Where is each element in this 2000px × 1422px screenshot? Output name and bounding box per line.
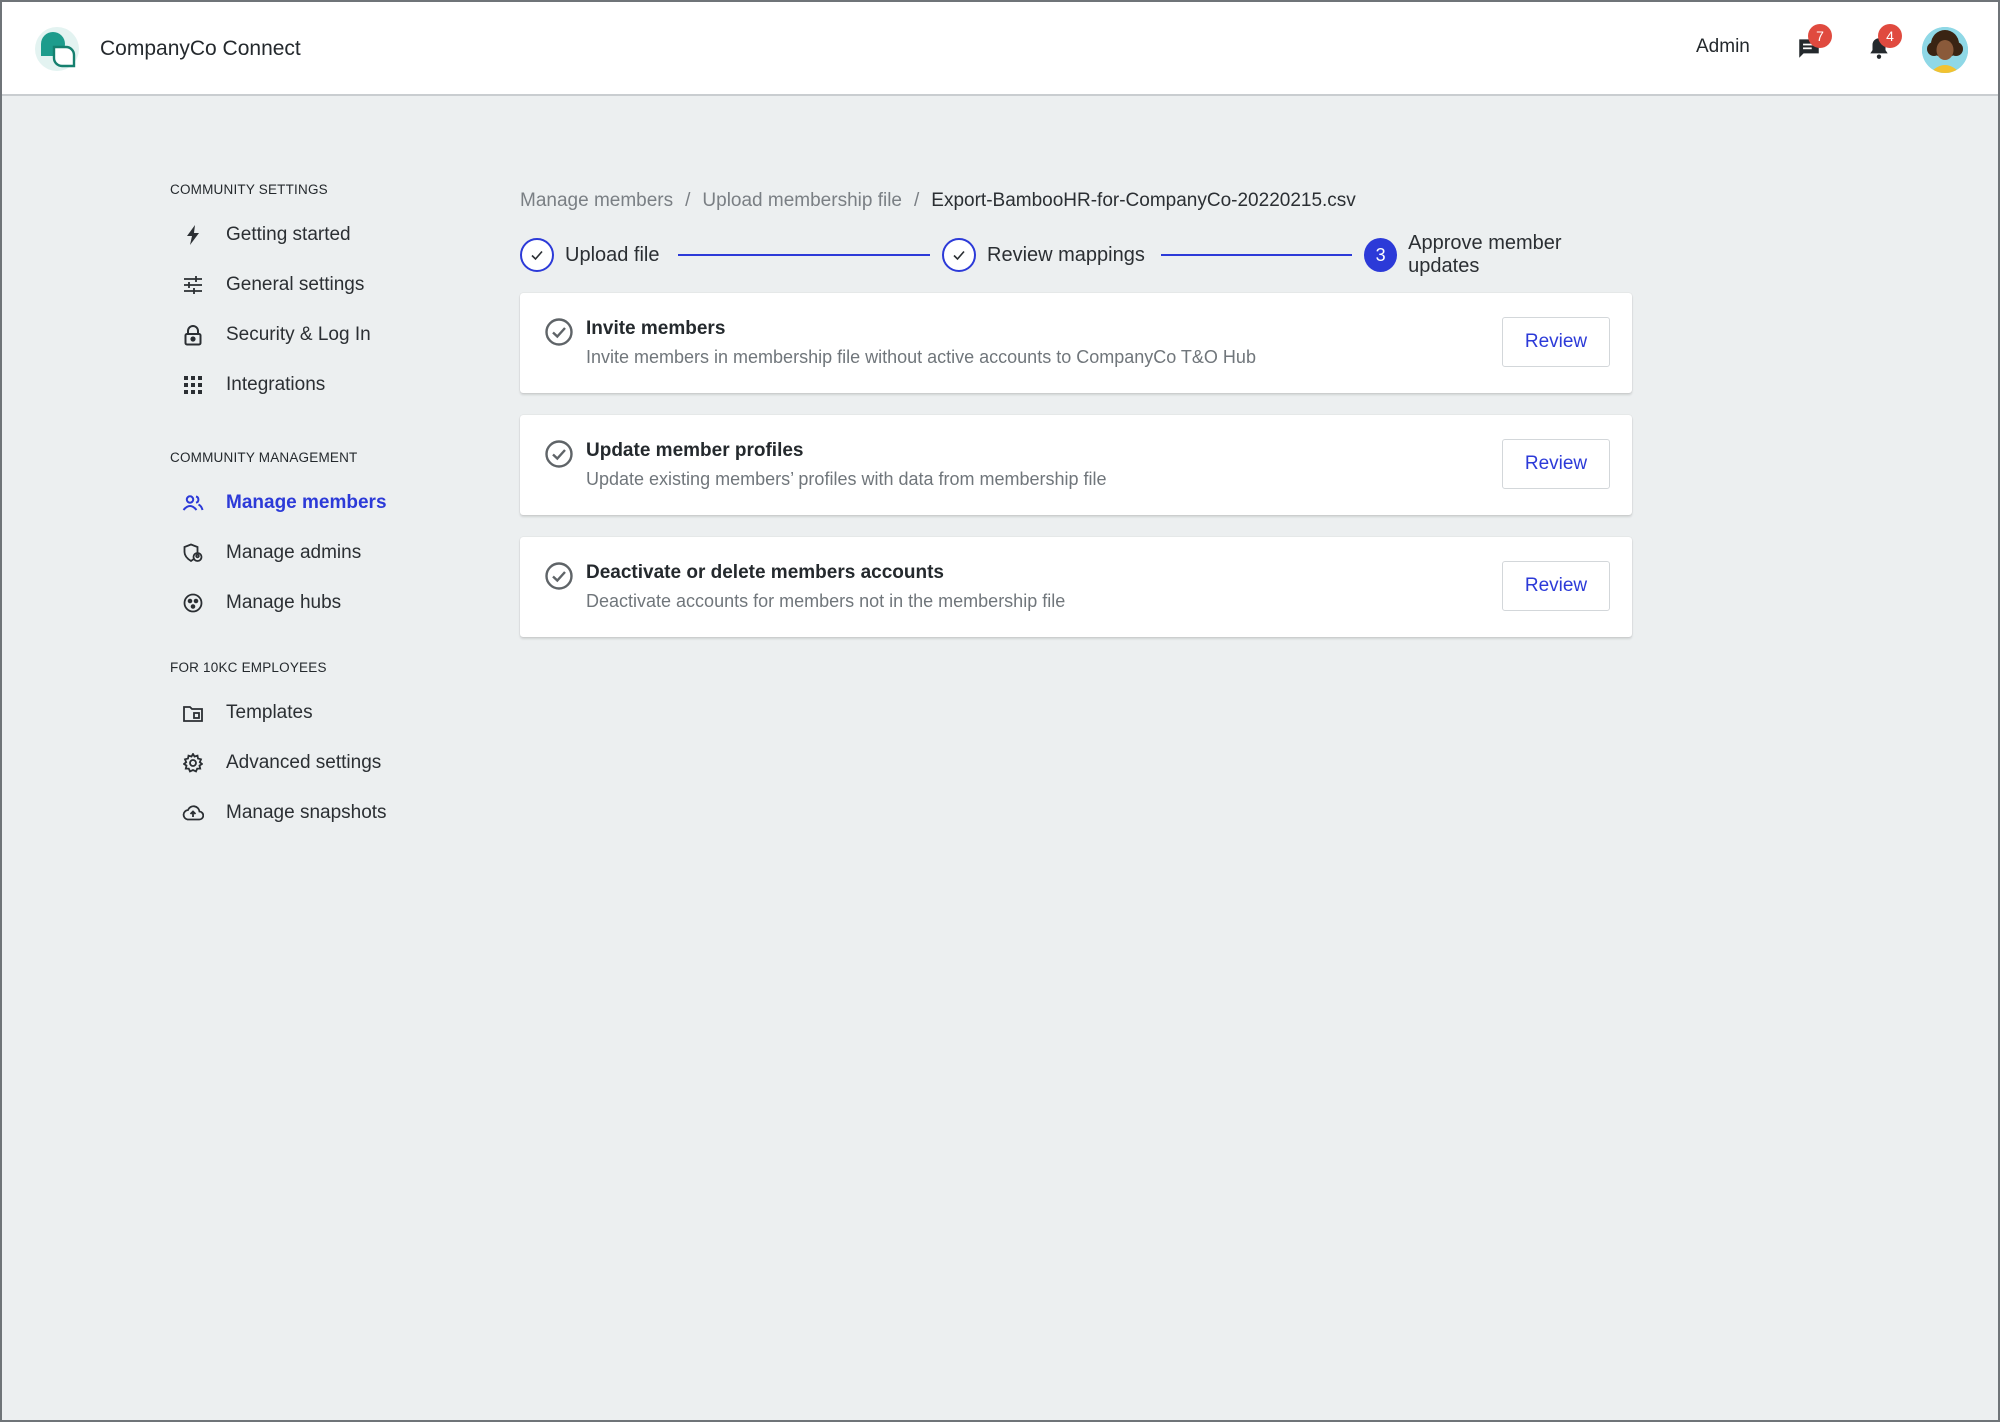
breadcrumb-current-file: Export-BambooHR-for-CompanyCo-20220215.c…	[931, 190, 1356, 211]
app-logo-icon	[34, 26, 80, 72]
hub-icon	[182, 592, 204, 614]
sidebar-item-label: Manage hubs	[226, 592, 342, 613]
grid-icon	[182, 374, 204, 396]
sidebar-item-security[interactable]: Security & Log In	[170, 310, 470, 360]
people-icon	[182, 492, 204, 514]
update-card-invite: Invite members Invite members in members…	[520, 293, 1632, 393]
sidebar-item-label: Getting started	[226, 224, 351, 245]
sidebar-item-manage-snapshots[interactable]: Manage snapshots	[170, 788, 470, 838]
admin-shield-icon	[182, 542, 204, 564]
sidebar-item-manage-members[interactable]: Manage members	[170, 478, 470, 528]
sidebar-item-templates[interactable]: Templates	[170, 688, 470, 738]
breadcrumb-separator: /	[685, 190, 691, 211]
step-connector	[1161, 254, 1352, 256]
sidebar-section-title: COMMUNITY SETTINGS	[170, 182, 328, 197]
sidebar-item-label: Integrations	[226, 374, 326, 395]
sidebar-item-manage-hubs[interactable]: Manage hubs	[170, 578, 470, 628]
sidebar-item-integrations[interactable]: Integrations	[170, 360, 470, 410]
admin-role-label[interactable]: Admin	[1696, 36, 1750, 58]
sidebar-section-title: FOR 10KC EMPLOYEES	[170, 660, 327, 675]
card-description: Deactivate accounts for members not in t…	[586, 591, 1066, 611]
breadcrumb-separator: /	[914, 190, 920, 211]
card-description: Update existing members’ profiles with d…	[586, 469, 1107, 489]
card-description: Invite members in membership file withou…	[586, 347, 1256, 367]
breadcrumb-link-upload-file[interactable]: Upload membership file	[702, 190, 902, 212]
sidebar-item-label: Manage snapshots	[226, 802, 387, 823]
card-title: Update member profiles	[586, 440, 804, 461]
brand[interactable]: CompanyCo Connect	[34, 26, 301, 72]
review-button[interactable]: Review	[1502, 561, 1610, 611]
step-connector	[678, 254, 930, 256]
notifications-button[interactable]: 4	[1866, 24, 1902, 61]
check-circle-icon	[545, 562, 573, 590]
messages-count-badge: 7	[1808, 24, 1832, 48]
card-title: Invite members	[586, 318, 726, 339]
card-title: Deactivate or delete members accounts	[586, 562, 944, 583]
check-circle-icon	[545, 440, 573, 468]
cloud-upload-icon	[182, 802, 204, 824]
notifications-count-badge: 4	[1878, 24, 1902, 48]
progress-stepper: Upload file Review mappings 3 Approve me…	[520, 232, 1632, 277]
check-icon	[520, 238, 554, 272]
sidebar-item-label: Templates	[226, 702, 313, 723]
sidebar-item-advanced-settings[interactable]: Advanced settings	[170, 738, 470, 788]
sidebar-section-title: COMMUNITY MANAGEMENT	[170, 450, 358, 465]
breadcrumb-link-manage-members[interactable]: Manage members	[520, 190, 673, 212]
sidebar-item-manage-admins[interactable]: Manage admins	[170, 528, 470, 578]
sidebar-item-label: Security & Log In	[226, 324, 371, 345]
top-bar: CompanyCo Connect Admin 7 4	[2, 2, 1998, 96]
step-label: Approve member updates	[1408, 232, 1562, 277]
sidebar-item-label: Manage members	[226, 492, 387, 513]
settings-sidebar: COMMUNITY SETTINGS Getting started Gener…	[170, 182, 470, 838]
sliders-icon	[182, 274, 204, 296]
step-upload-file[interactable]: Upload file	[520, 238, 660, 272]
gear-icon	[182, 752, 204, 774]
messages-button[interactable]: 7	[1796, 24, 1832, 61]
sidebar-item-getting-started[interactable]: Getting started	[170, 210, 470, 260]
bolt-icon	[182, 224, 204, 246]
step-label: Review mappings	[987, 243, 1145, 266]
lock-icon	[182, 324, 204, 346]
sidebar-item-label: Manage admins	[226, 542, 362, 563]
sidebar-item-general-settings[interactable]: General settings	[170, 260, 470, 310]
folder-icon	[182, 702, 204, 724]
sidebar-item-label: General settings	[226, 274, 365, 295]
step-label: Upload file	[565, 243, 660, 266]
app-name: CompanyCo Connect	[100, 37, 301, 60]
check-icon	[942, 238, 976, 272]
review-button[interactable]: Review	[1502, 317, 1610, 367]
update-card-profiles: Update member profiles Update existing m…	[520, 415, 1632, 515]
step-review-mappings[interactable]: Review mappings	[942, 238, 1145, 272]
review-button[interactable]: Review	[1502, 439, 1610, 489]
step-number: 3	[1364, 238, 1398, 272]
breadcrumb: Manage members / Upload membership file …	[520, 190, 1356, 212]
step-approve-updates[interactable]: 3 Approve member updates	[1364, 232, 1632, 277]
check-circle-icon	[545, 318, 573, 346]
sidebar-item-label: Advanced settings	[226, 752, 382, 773]
update-card-deactivate: Deactivate or delete members accounts De…	[520, 537, 1632, 637]
user-avatar[interactable]	[1922, 27, 1968, 73]
